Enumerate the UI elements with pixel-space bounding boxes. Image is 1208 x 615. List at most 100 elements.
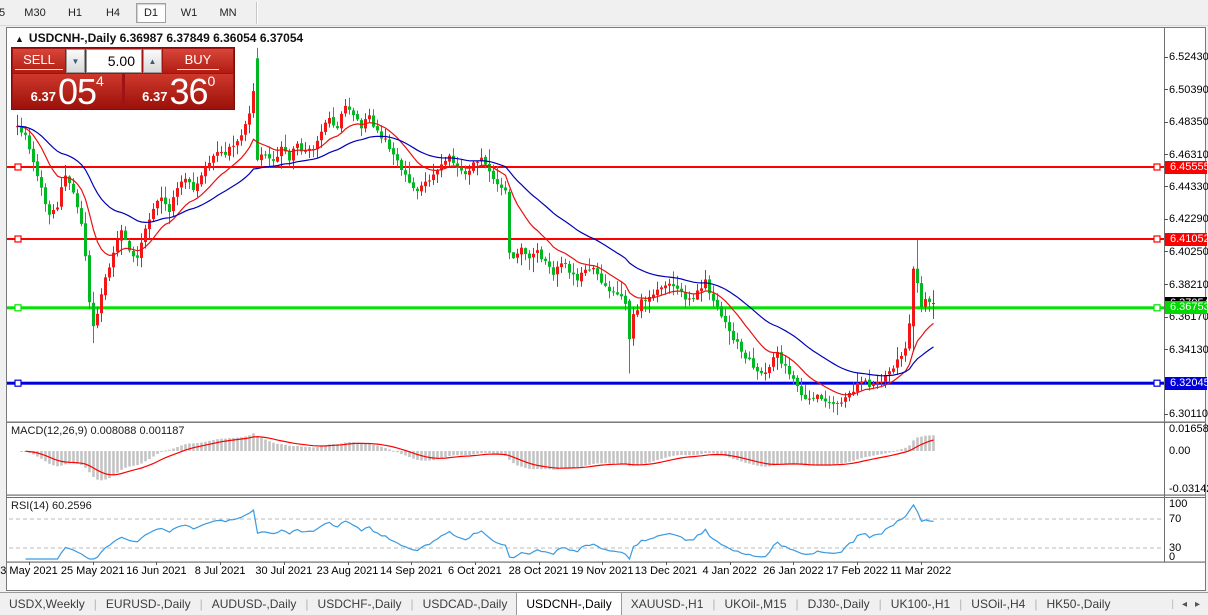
rsi-axis-0: 0 bbox=[1169, 551, 1176, 563]
ohlc-low: 6.36054 bbox=[213, 31, 257, 45]
buy-button[interactable]: BUY bbox=[163, 49, 233, 73]
ohlc-close: 6.37054 bbox=[259, 31, 304, 45]
tab-usdcnh-daily[interactable]: USDCNH-,Daily bbox=[516, 592, 622, 615]
ohlc-open: 6.36987 bbox=[119, 31, 164, 45]
macd-axis-zero: 0.00 bbox=[1169, 445, 1191, 457]
date-tick-label: 23 Aug 2021 bbox=[316, 565, 379, 577]
tab-usdcad-daily[interactable]: USDCAD-,Daily bbox=[414, 593, 517, 615]
axis-tick bbox=[1164, 251, 1168, 253]
timeframe-button-w1[interactable]: W1 bbox=[174, 3, 204, 23]
axis-tick bbox=[1164, 284, 1168, 286]
date-tick-label: 16 Jun 2021 bbox=[126, 565, 187, 577]
axis-tick bbox=[1164, 56, 1168, 58]
axis-tick bbox=[1164, 413, 1168, 415]
date-tick bbox=[92, 562, 94, 565]
date-tick bbox=[347, 562, 349, 565]
date-tick bbox=[729, 562, 731, 565]
chart-window[interactable]: ▲ USDCNH-,Daily 6.36987 6.37849 6.36054 6… bbox=[0, 27, 1208, 591]
timeframe-button-d1[interactable]: D1 bbox=[136, 3, 166, 23]
chart-symbol-period: USDCNH-,Daily bbox=[28, 31, 117, 45]
timeframe-button-mn[interactable]: MN bbox=[212, 3, 244, 23]
chart-plot[interactable] bbox=[7, 28, 1205, 590]
macd-axis-min: -0.031423 bbox=[1169, 483, 1208, 495]
date-tick bbox=[602, 562, 604, 565]
spinner-up-icon: ▲ bbox=[148, 56, 157, 66]
buy-price-sup: 0 bbox=[207, 73, 216, 89]
chart-tab-bar: USDX,Weekly | EURUSD-,Daily | AUDUSD-,Daily |… bbox=[0, 592, 1208, 615]
rsi-axis-70: 70 bbox=[1169, 513, 1182, 525]
date-tick-label: 30 Jul 2021 bbox=[255, 565, 313, 577]
price-tick-label: 6.44330 bbox=[1169, 180, 1208, 193]
tab-dj30-daily[interactable]: DJ30-,Daily bbox=[799, 593, 879, 615]
date-tick-label: 14 Sep 2021 bbox=[379, 565, 443, 577]
timeframe-button-m30[interactable]: M30 bbox=[18, 3, 52, 23]
timeframe-button-5[interactable]: 5 bbox=[0, 3, 10, 23]
axis-tick bbox=[1164, 316, 1168, 318]
macd-indicator-label: MACD(12,26,9) 0.008088 0.001187 bbox=[11, 425, 185, 437]
timeframe-button-h1[interactable]: H1 bbox=[60, 3, 90, 23]
tab-usoil-h4[interactable]: USOil-,H4 bbox=[962, 593, 1034, 615]
date-tick bbox=[857, 562, 859, 565]
buy-price-big: 36 bbox=[169, 71, 208, 112]
sell-price-big: 05 bbox=[57, 71, 97, 112]
date-tick-label: 13 Dec 2021 bbox=[634, 565, 698, 577]
macd-signal-value: 0.001187 bbox=[139, 425, 185, 437]
date-tick bbox=[920, 562, 922, 565]
volume-increase-button[interactable]: ▲ bbox=[143, 49, 162, 73]
timeframe-button-h4[interactable]: H4 bbox=[98, 3, 128, 23]
date-tick bbox=[793, 562, 795, 565]
price-tick-label: 6.50390 bbox=[1169, 83, 1208, 96]
timeframe-toolbar: 5 M30 H1 H4 D1 W1 MN bbox=[0, 0, 1208, 26]
date-tick bbox=[538, 562, 540, 565]
tab-xauusd-h1[interactable]: XAUUSD-,H1 bbox=[622, 593, 713, 615]
volume-decrease-button[interactable]: ▼ bbox=[66, 49, 85, 73]
date-tick bbox=[283, 562, 285, 565]
buy-price-display[interactable]: 6.37 36 0 bbox=[124, 71, 233, 112]
level-price-badge-2: 6.36753 bbox=[1165, 301, 1208, 315]
date-tick-label: 26 Jan 2022 bbox=[763, 565, 824, 577]
tab-usdx-weekly[interactable]: USDX,Weekly bbox=[0, 593, 94, 615]
tab-audusd-daily[interactable]: AUDUSD-,Daily bbox=[203, 593, 306, 615]
sell-button[interactable]: SELL bbox=[13, 49, 65, 73]
rsi-axis-100: 100 bbox=[1169, 498, 1188, 510]
macd-main-value: 0.008088 bbox=[90, 425, 137, 437]
tab-scroll-right-icon[interactable]: ▸ bbox=[1195, 599, 1200, 610]
date-tick-label: 4 Jan 2022 bbox=[702, 565, 757, 577]
date-tick-label: 6 Oct 2021 bbox=[447, 565, 502, 577]
tab-ukoil-m15[interactable]: UKOil-,M15 bbox=[716, 593, 796, 615]
date-tick-label: 25 May 2021 bbox=[60, 565, 125, 577]
sell-price-display[interactable]: 6.37 05 4 bbox=[13, 71, 122, 112]
date-tick bbox=[666, 562, 667, 565]
tab-usdchf-daily[interactable]: USDCHF-,Daily bbox=[309, 593, 411, 615]
price-tick-label: 6.38210 bbox=[1169, 278, 1208, 291]
date-tick bbox=[29, 562, 30, 565]
toolbar-separator bbox=[256, 2, 258, 24]
axis-tick bbox=[1164, 186, 1168, 188]
price-tick-label: 6.30110 bbox=[1169, 408, 1208, 421]
tab-eurusd-daily[interactable]: EURUSD-,Daily bbox=[97, 593, 200, 615]
axis-tick bbox=[1164, 349, 1168, 351]
date-tick bbox=[474, 562, 476, 565]
date-tick bbox=[156, 562, 158, 565]
date-tick-label: 19 Nov 2021 bbox=[571, 565, 634, 577]
axis-tick bbox=[1164, 89, 1168, 91]
date-tick bbox=[411, 562, 413, 565]
one-click-trade-panel: SELL ▼ ▲ BUY 6.37054 6.37360 bbox=[11, 47, 235, 110]
date-tick-label: 28 Oct 2021 bbox=[508, 565, 569, 577]
volume-input[interactable] bbox=[86, 49, 142, 73]
sell-price-base: 6.37 bbox=[30, 89, 56, 104]
rsi-value: 60.2596 bbox=[51, 500, 92, 512]
tab-hk50-daily[interactable]: HK50-,Daily bbox=[1037, 593, 1119, 615]
price-tick-label: 6.46310 bbox=[1169, 148, 1208, 161]
tab-separator: | bbox=[1171, 598, 1174, 610]
collapse-triangle-icon[interactable]: ▲ bbox=[15, 34, 24, 44]
axis-tick bbox=[1164, 121, 1168, 123]
price-tick-label: 6.34130 bbox=[1169, 343, 1208, 356]
price-tick-label: 6.40250 bbox=[1169, 245, 1208, 258]
tab-uk100-h1[interactable]: UK100-,H1 bbox=[882, 593, 959, 615]
axis-tick bbox=[1164, 154, 1168, 156]
tab-scroll-left-icon[interactable]: ◂ bbox=[1182, 599, 1187, 610]
rsi-indicator-label: RSI(14) 60.2596 bbox=[11, 500, 92, 512]
date-tick-label: 17 Feb 2022 bbox=[826, 565, 888, 577]
level-price-badge-0: 6.45555 bbox=[1165, 160, 1208, 174]
